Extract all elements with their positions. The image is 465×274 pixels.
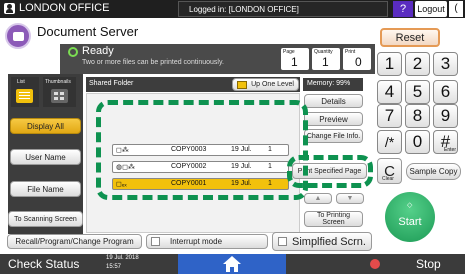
sample-copy-button[interactable]: Sample Copy [406, 163, 461, 180]
key-2[interactable]: 2 [405, 52, 430, 76]
key-3[interactable]: 3 [433, 52, 458, 76]
display-all-button[interactable]: Display All [10, 118, 81, 134]
reset-button[interactable]: Reset [380, 28, 440, 47]
triangle-down-icon: ▼ [346, 195, 354, 202]
folder-up-icon [237, 80, 248, 89]
key-4[interactable]: 4 [377, 80, 402, 104]
clear-label: Clear [382, 176, 394, 182]
status-title: Ready [82, 45, 114, 57]
scroll-down-button[interactable]: ▼ [336, 193, 364, 204]
thumbnail-view-icon [51, 89, 68, 103]
memory-indicator: Memory: 99% [303, 78, 363, 91]
recall-program-button[interactable]: Recall/Program/Change Program [7, 234, 142, 249]
details-button[interactable]: Details [304, 94, 363, 108]
user-icon [4, 3, 15, 14]
key-star[interactable]: /* [377, 130, 402, 154]
status-date: 19 Jul. 2018 [106, 255, 139, 261]
key-7[interactable]: 7 [377, 104, 402, 128]
list-view-icon [16, 89, 33, 103]
start-icon: ◇ [407, 202, 413, 209]
clear-button[interactable]: C Clear [377, 158, 402, 184]
stop-icon [370, 259, 380, 269]
home-button[interactable] [178, 254, 286, 274]
key-8[interactable]: 8 [405, 104, 430, 128]
user-name-button[interactable]: User Name [10, 149, 81, 165]
interrupt-mode-button[interactable]: Interrupt mode [146, 234, 268, 249]
simplified-screen-button[interactable]: Simplfied Scrn. [272, 232, 372, 251]
file-name-button[interactable]: File Name [10, 181, 81, 197]
page-value: 1 [291, 55, 298, 69]
stop-button[interactable]: Stop [416, 257, 441, 271]
enter-label: Enter [444, 147, 456, 153]
logout-button[interactable]: Logout [415, 1, 447, 17]
tab-list-label: List [17, 79, 25, 85]
status-area: Ready Two or more files can be printed c… [60, 44, 375, 74]
simplified-label: Simplfied Scrn. [292, 235, 366, 248]
tab-thumbnails-label: Thumbnails [45, 79, 71, 85]
scroll-up-button[interactable]: ▲ [304, 193, 332, 204]
interrupt-checkbox [151, 237, 160, 246]
folder-name: Shared Folder [89, 80, 134, 87]
ready-icon [68, 47, 78, 57]
quantity-value: 1 [322, 55, 329, 69]
top-bar: LONDON OFFICE Logged in: [LONDON OFFICE]… [0, 0, 465, 18]
change-file-info-button[interactable]: Change File Info. [304, 129, 363, 143]
key-5[interactable]: 5 [405, 80, 430, 104]
to-scanning-screen-button[interactable]: To Scanning Screen [8, 211, 83, 227]
page-counter: Page 1 [281, 48, 309, 70]
print-counter: Print 0 [343, 48, 371, 70]
tab-thumbnails[interactable]: Thumbnails [43, 77, 76, 107]
triangle-up-icon: ▲ [314, 195, 322, 202]
status-bar: Check Status 19 Jul. 2018 15:57 Stop [0, 254, 465, 274]
up-one-level-label: Up One Level [251, 81, 294, 88]
help-button[interactable]: ? [393, 1, 413, 17]
start-label: Start [398, 216, 422, 228]
app-title: Document Server [37, 24, 139, 39]
start-button[interactable]: ◇ Start [385, 192, 435, 242]
check-status-button[interactable]: Check Status [8, 257, 98, 271]
up-one-level-button[interactable]: Up One Level [232, 78, 299, 91]
key-hash[interactable]: # Enter [433, 130, 458, 154]
extra-button[interactable]: ( [449, 1, 463, 17]
preview-button[interactable]: Preview [304, 112, 363, 126]
key-6[interactable]: 6 [433, 80, 458, 104]
interrupt-label: Interrupt mode [170, 237, 223, 246]
key-0[interactable]: 0 [405, 130, 430, 154]
simplified-checkbox [278, 237, 287, 246]
home-icon [223, 256, 241, 264]
status-message: Two or more files can be printed continu… [82, 59, 224, 66]
quantity-counter: Quantity 1 [312, 48, 340, 70]
print-label: Print [345, 49, 356, 55]
highlight-file-rows [96, 100, 308, 200]
highlight-print-specified [287, 155, 373, 188]
device-name: LONDON OFFICE [19, 2, 110, 14]
key-1[interactable]: 1 [377, 52, 402, 76]
key-9[interactable]: 9 [433, 104, 458, 128]
status-time: 15:57 [106, 264, 122, 270]
tab-list[interactable]: List [11, 77, 39, 107]
login-status: Logged in: [LONDON OFFICE] [178, 1, 388, 17]
to-printing-screen-button[interactable]: To Printing Screen [304, 211, 363, 227]
document-server-icon [5, 23, 31, 49]
print-value: 0 [355, 55, 362, 69]
